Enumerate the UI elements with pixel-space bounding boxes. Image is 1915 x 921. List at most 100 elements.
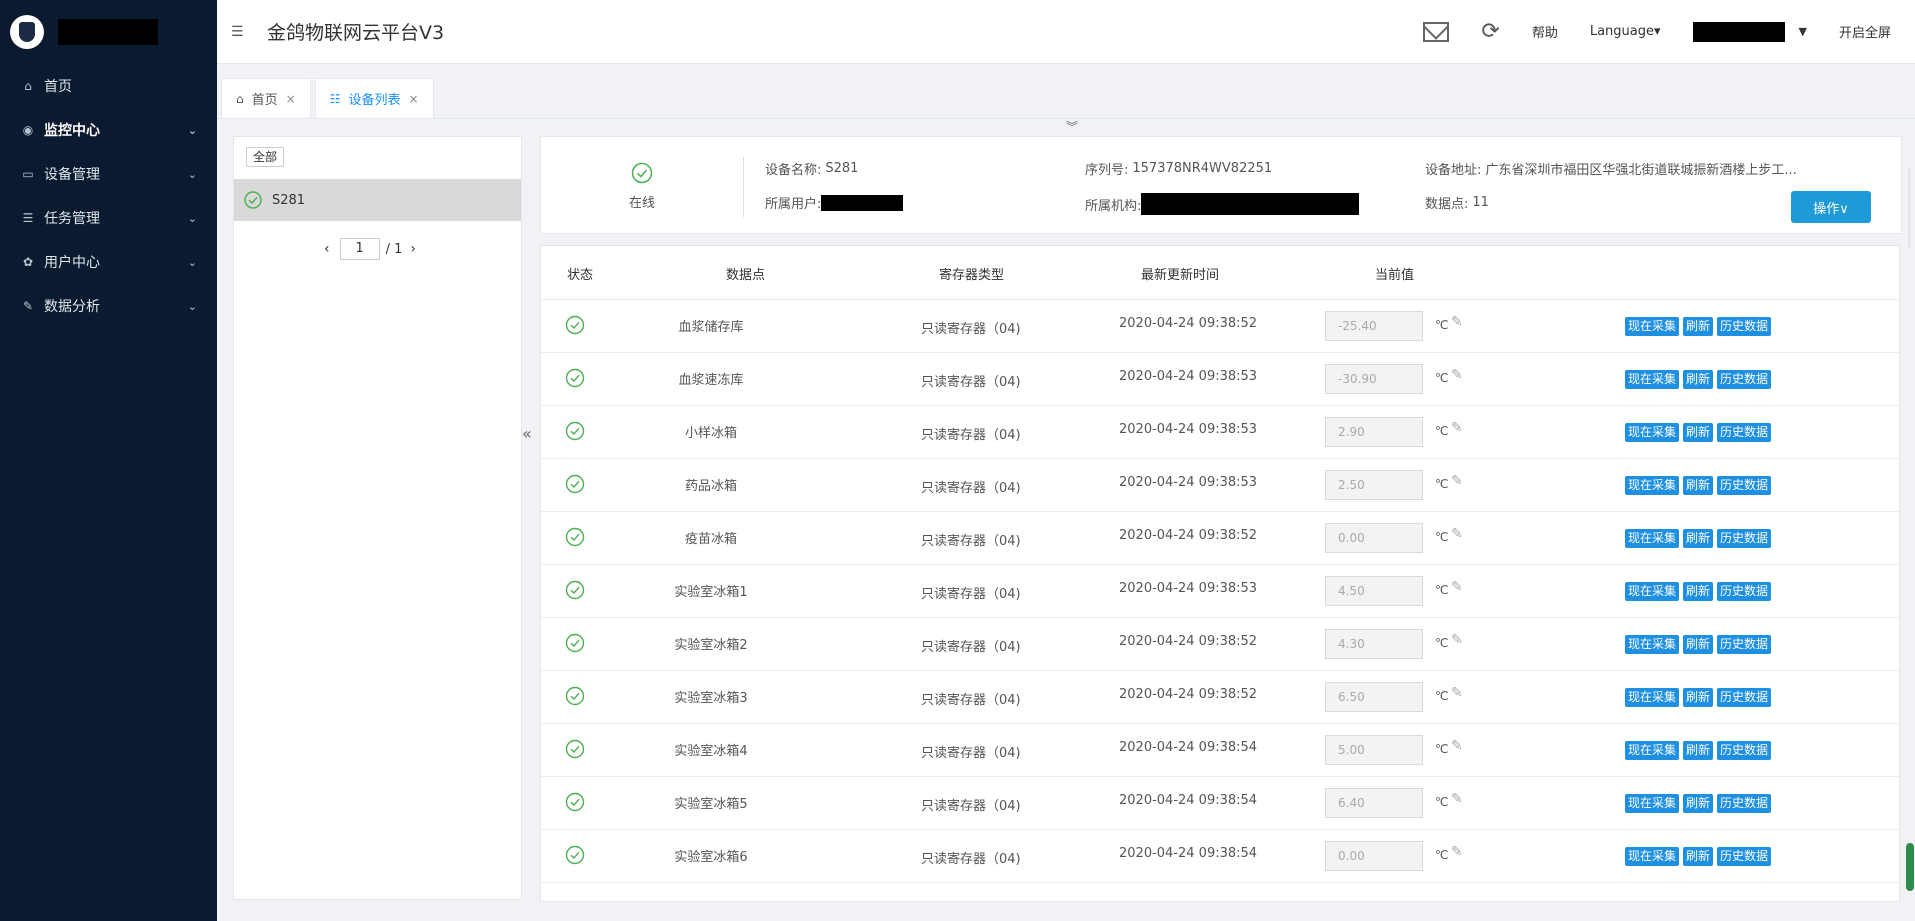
history-data-button[interactable]: 历史数据 [1717, 476, 1772, 495]
language-dropdown[interactable]: Language▾ [1590, 24, 1661, 39]
edit-pencil-icon[interactable]: ✎ [1451, 844, 1463, 860]
history-data-button[interactable]: 历史数据 [1717, 370, 1772, 389]
device-item[interactable]: S281 [234, 179, 521, 221]
data-point-name: 实验室冰箱2 [674, 638, 748, 653]
current-value-input[interactable]: 4.50 [1325, 576, 1423, 606]
sidebar-item-0[interactable]: ⌂ 首页 [0, 64, 217, 108]
collect-now-button[interactable]: 现在采集 [1625, 741, 1680, 760]
current-value-input[interactable]: -25.40 [1325, 311, 1423, 341]
all-filter-button[interactable]: 全部 [246, 147, 285, 167]
collect-now-button[interactable]: 现在采集 [1625, 847, 1680, 866]
refresh-button[interactable]: 刷新 [1683, 847, 1714, 866]
collect-now-button[interactable]: 现在采集 [1625, 794, 1680, 813]
help-link[interactable]: 帮助 [1532, 22, 1558, 41]
double-chevron-down-icon[interactable]: ︾ [1066, 118, 1078, 135]
table-row: 实验室冰箱6 只读寄存器（04) 2020-04-24 09:38:54 0.00 ℃ ✎… [541, 830, 1899, 883]
edit-pencil-icon[interactable]: ✎ [1451, 526, 1463, 542]
edit-pencil-icon[interactable]: ✎ [1451, 685, 1463, 701]
edit-pencil-icon[interactable]: ✎ [1451, 420, 1463, 436]
current-value-input[interactable]: 6.40 [1325, 788, 1423, 818]
device-name-field: 设备名称: S281 [765, 159, 858, 178]
sidebar-item-5[interactable]: ✎ 数据分析 ⌄ [0, 284, 217, 328]
sidebar-item-label: 任务管理 [44, 211, 100, 227]
prev-page-icon[interactable]: ‹ [324, 241, 330, 257]
next-page-icon[interactable]: › [410, 241, 416, 257]
history-data-button[interactable]: 历史数据 [1717, 635, 1772, 654]
collect-now-button[interactable]: 现在采集 [1625, 635, 1680, 654]
history-data-button[interactable]: 历史数据 [1717, 317, 1772, 336]
refresh-button[interactable]: 刷新 [1683, 741, 1714, 760]
user-menu[interactable]: ▼ [1692, 21, 1807, 42]
refresh-button[interactable]: 刷新 [1683, 582, 1714, 601]
current-value-input[interactable]: -30.90 [1325, 364, 1423, 394]
edit-pencil-icon[interactable]: ✎ [1451, 367, 1463, 383]
current-value-input[interactable]: 0.00 [1325, 841, 1423, 871]
double-chevron-left-icon[interactable]: « [522, 424, 532, 443]
update-time: 2020-04-24 09:38:53 [1119, 369, 1258, 384]
refresh-icon[interactable]: ⟳ [1481, 19, 1499, 44]
menu-toggle-icon[interactable]: ☰ [231, 24, 251, 40]
mail-icon[interactable] [1423, 21, 1450, 42]
edit-pencil-icon[interactable]: ✎ [1451, 579, 1463, 595]
sidebar-item-2[interactable]: ▭ 设备管理 ⌄ [0, 152, 217, 196]
current-value-input[interactable]: 5.00 [1325, 735, 1423, 765]
row-actions: 现在采集 刷新 历史数据 [1625, 741, 1775, 760]
collect-now-button[interactable]: 现在采集 [1625, 370, 1680, 389]
collect-now-button[interactable]: 现在采集 [1625, 688, 1680, 707]
fullscreen-toggle[interactable]: 开启全屏 [1839, 22, 1891, 41]
operation-button[interactable]: 操作∨ [1791, 191, 1871, 223]
collect-now-button[interactable]: 现在采集 [1625, 423, 1680, 442]
history-data-button[interactable]: 历史数据 [1717, 741, 1772, 760]
page-input[interactable]: 1 [339, 238, 380, 260]
tab-0[interactable]: ⌂ 首页 × [221, 78, 311, 118]
current-value-input[interactable]: 2.90 [1325, 417, 1423, 447]
logo-row [0, 0, 217, 64]
history-data-button[interactable]: 历史数据 [1717, 847, 1772, 866]
collect-now-button[interactable]: 现在采集 [1625, 582, 1680, 601]
history-data-button[interactable]: 历史数据 [1717, 529, 1772, 548]
sidebar-item-1[interactable]: ◉ 监控中心 ⌄ [0, 108, 217, 152]
scrollbar-thumb[interactable] [1906, 843, 1914, 891]
refresh-button[interactable]: 刷新 [1683, 423, 1714, 442]
table-row: 血浆速冻库 只读寄存器（04) 2020-04-24 09:38:53 -30.90 ℃… [541, 353, 1899, 406]
sidebar-item-label: 设备管理 [44, 167, 100, 183]
refresh-button[interactable]: 刷新 [1683, 794, 1714, 813]
collect-now-button[interactable]: 现在采集 [1625, 476, 1680, 495]
edit-pencil-icon[interactable]: ✎ [1451, 632, 1463, 648]
refresh-button[interactable]: 刷新 [1683, 529, 1714, 548]
edit-pencil-icon[interactable]: ✎ [1451, 738, 1463, 754]
unit-label: ℃ [1435, 689, 1449, 703]
refresh-button[interactable]: 刷新 [1683, 635, 1714, 654]
refresh-button[interactable]: 刷新 [1683, 317, 1714, 336]
edit-pencil-icon[interactable]: ✎ [1451, 473, 1463, 489]
close-icon[interactable]: × [286, 92, 296, 106]
row-actions: 现在采集 刷新 历史数据 [1625, 476, 1775, 495]
collect-now-button[interactable]: 现在采集 [1625, 317, 1680, 336]
sidebar-item-3[interactable]: ☰ 任务管理 ⌄ [0, 196, 217, 240]
tab-1[interactable]: ☷ 设备列表 × [314, 78, 434, 118]
history-data-button[interactable]: 历史数据 [1717, 794, 1772, 813]
table-row: 药品冰箱 只读寄存器（04) 2020-04-24 09:38:53 2.50 ℃ ✎ 现在… [541, 459, 1899, 512]
current-value-input[interactable]: 6.50 [1325, 682, 1423, 712]
edit-pencil-icon[interactable]: ✎ [1451, 314, 1463, 330]
refresh-button[interactable]: 刷新 [1683, 688, 1714, 707]
history-data-button[interactable]: 历史数据 [1717, 688, 1772, 707]
current-value-input[interactable]: 2.50 [1325, 470, 1423, 500]
edit-pencil-icon[interactable]: ✎ [1451, 791, 1463, 807]
close-icon[interactable]: × [408, 92, 418, 106]
history-data-button[interactable]: 历史数据 [1717, 423, 1772, 442]
refresh-button[interactable]: 刷新 [1683, 370, 1714, 389]
redacted-logo-text [58, 19, 158, 45]
table-body: 血浆储存库 只读寄存器（04) 2020-04-24 09:38:52 -25.40 ℃… [541, 300, 1899, 883]
data-point-name: 实验室冰箱1 [674, 585, 748, 600]
data-point-name: 疫苗冰箱 [684, 532, 737, 547]
status-cell [565, 739, 585, 763]
refresh-button[interactable]: 刷新 [1683, 476, 1714, 495]
collect-now-button[interactable]: 现在采集 [1625, 529, 1680, 548]
history-data-button[interactable]: 历史数据 [1717, 582, 1772, 601]
current-value-input[interactable]: 4.30 [1325, 629, 1423, 659]
header-actions: ⟳ 帮助 Language▾ ▼ 开启全屏 [1423, 0, 1915, 64]
current-value-input[interactable]: 0.00 [1325, 523, 1423, 553]
scrollbar-track[interactable] [1908, 168, 1911, 248]
sidebar-item-4[interactable]: ✿ 用户中心 ⌄ [0, 240, 217, 284]
